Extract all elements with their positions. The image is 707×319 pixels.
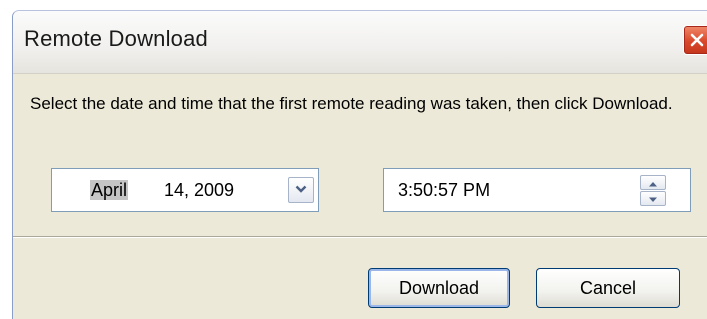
time-picker[interactable]: 3:50:57 PM [383, 168, 691, 212]
dialog-title: Remote Download [24, 26, 208, 51]
date-dropdown-button[interactable] [288, 177, 314, 203]
close-button[interactable] [683, 25, 707, 55]
remote-download-dialog: Remote Download Select the date and time… [12, 10, 707, 319]
time-decrement-button[interactable] [640, 191, 666, 206]
date-picker[interactable]: April 14, 2009 [51, 168, 319, 212]
dialog-body: Select the date and time that the first … [13, 74, 707, 319]
chevron-down-icon [295, 181, 307, 199]
arrow-down-icon [648, 190, 658, 208]
title-bar[interactable]: Remote Download [13, 11, 707, 74]
close-icon [689, 32, 705, 48]
instruction-text: Select the date and time that the first … [30, 94, 673, 113]
download-button[interactable]: Download [368, 268, 510, 308]
divider [13, 236, 707, 238]
time-increment-button[interactable] [640, 175, 666, 190]
time-value[interactable]: 3:50:57 PM [398, 180, 490, 200]
date-month[interactable]: April [90, 180, 129, 200]
cancel-button[interactable]: Cancel [536, 268, 680, 308]
time-spinner [640, 175, 666, 207]
date-day-year[interactable]: 14, 2009 [164, 180, 234, 200]
